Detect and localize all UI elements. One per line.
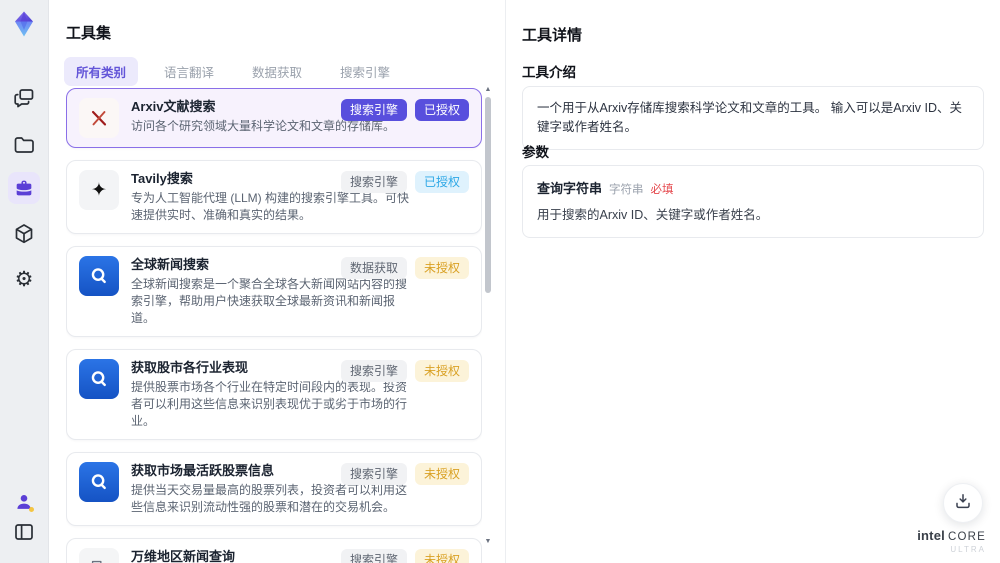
scrollbar-thumb[interactable] <box>485 97 491 293</box>
folder-icon[interactable] <box>8 129 40 161</box>
detail-panel: 工具详情 工具介绍 一个用于从Arxiv存储库搜索科学论文和文章的工具。 输入可… <box>505 0 1000 563</box>
tool-description: 专为人工智能代理 (LLM) 构建的搜索引擎工具。可快速提供实时、准确和真实的结… <box>131 191 410 222</box>
news-building-icon <box>79 548 119 563</box>
scroll-down-arrow[interactable]: ▼ <box>483 538 493 546</box>
tool-card[interactable]: ✦ Tavily搜索 专为人工智能代理 (LLM) 构建的搜索引擎工具。可快速提… <box>66 160 482 234</box>
blue-search-icon <box>79 462 119 502</box>
user-icon[interactable] <box>8 486 40 518</box>
tool-list: Arxiv文献搜索 访问各个研究领域大量科学论文和文章的存储库。 搜索引擎 已授… <box>66 88 482 563</box>
brand-core: core <box>947 530 986 543</box>
intro-heading: 工具介绍 <box>522 65 576 80</box>
tool-card[interactable]: 获取市场最活跃股票信息 提供当天交易量最高的股票列表，投资者可以利用这些信息来识… <box>66 452 482 526</box>
brand-intel: intel <box>917 527 945 543</box>
toolbox-icon[interactable] <box>8 172 40 204</box>
scroll-up-arrow[interactable]: ▲ <box>483 86 493 94</box>
gem-logo-icon[interactable] <box>10 10 38 38</box>
tool-category-badge: 搜索引擎 <box>340 360 407 382</box>
category-tabs: 所有类别 语言翻译 数据获取 搜索引擎 <box>64 57 402 86</box>
param-description: 用于搜索的Arxiv ID、关键字或作者姓名。 <box>537 208 769 222</box>
tool-description: 提供当天交易量最高的股票列表，投资者可以利用这些信息来识别流动性强的股票和潜在的… <box>131 483 408 514</box>
detail-title: 工具详情 <box>522 27 583 44</box>
download-button[interactable] <box>943 483 983 523</box>
params-heading: 参数 <box>522 145 549 160</box>
category-tab[interactable]: 语言翻译 <box>152 57 226 86</box>
tool-card[interactable]: Arxiv文献搜索 访问各个研究领域大量科学论文和文章的存储库。 搜索引擎 已授… <box>66 88 482 148</box>
intel-core-logo: intel core ULTRA <box>917 527 986 555</box>
tool-auth-badge: 未授权 <box>414 360 469 382</box>
sparkle-icon: ✦ <box>79 170 119 210</box>
arxiv-logo-icon <box>79 98 119 138</box>
tool-description: 全球新闻搜索是一个聚合全球各大新闻网站内容的搜索引擎，帮助用户快速获取全球最新资… <box>131 277 408 325</box>
category-tab[interactable]: 所有类别 <box>64 57 139 86</box>
chat-icon[interactable] <box>8 82 40 114</box>
param-name: 查询字符串 <box>537 181 603 196</box>
category-tab[interactable]: 数据获取 <box>240 57 314 86</box>
blue-search-icon <box>79 359 119 399</box>
param-type: 字符串 <box>609 184 644 196</box>
intro-text-box: 一个用于从Arxiv存储库搜索科学论文和文章的工具。 输入可以是Arxiv ID… <box>522 86 984 150</box>
settings-gear-icon[interactable]: ⚙ <box>8 263 40 295</box>
tool-auth-badge: 未授权 <box>414 257 469 279</box>
download-icon <box>953 491 973 516</box>
tool-category-badge: 搜索引擎 <box>340 549 407 563</box>
tool-auth-badge: 未授权 <box>414 549 469 563</box>
status-dot <box>29 507 34 512</box>
page-title: 工具集 <box>66 25 112 42</box>
tool-card[interactable]: 获取股市各行业表现 提供股票市场各个行业在特定时间段内的表现。投资者可以利用这些… <box>66 349 482 440</box>
panel-toggle-icon[interactable] <box>8 516 40 548</box>
tool-auth-badge: 未授权 <box>414 463 469 485</box>
tool-auth-badge: 已授权 <box>414 99 469 121</box>
left-rail: ⚙ <box>0 0 49 563</box>
tool-description: 提供股票市场各个行业在特定时间段内的表现。投资者可以利用这些信息来识别表现优于或… <box>131 380 408 428</box>
tool-category-badge: 搜索引擎 <box>340 99 407 121</box>
brand-ultra: ULTRA <box>950 545 986 555</box>
tool-category-badge: 搜索引擎 <box>340 171 407 193</box>
blue-search-icon <box>79 256 119 296</box>
list-scrollbar[interactable]: ▲ ▼ <box>483 86 493 556</box>
tool-card[interactable]: 全球新闻搜索 全球新闻搜索是一个聚合全球各大新闻网站内容的搜索引擎，帮助用户快速… <box>66 246 482 337</box>
param-required-flag: 必填 <box>650 184 674 196</box>
tool-auth-badge: 已授权 <box>414 171 469 193</box>
tool-card[interactable]: 万维地区新闻查询 查询具体行政区划内的新闻，快速了解各地新闻动 搜索引擎 未授权 <box>66 538 482 563</box>
cube-icon[interactable] <box>8 218 40 250</box>
tool-category-badge: 搜索引擎 <box>340 463 407 485</box>
tool-category-badge: 数据获取 <box>340 257 407 279</box>
param-card: 查询字符串 字符串 必填 用于搜索的Arxiv ID、关键字或作者姓名。 <box>522 165 984 238</box>
category-tab[interactable]: 搜索引擎 <box>328 57 402 86</box>
